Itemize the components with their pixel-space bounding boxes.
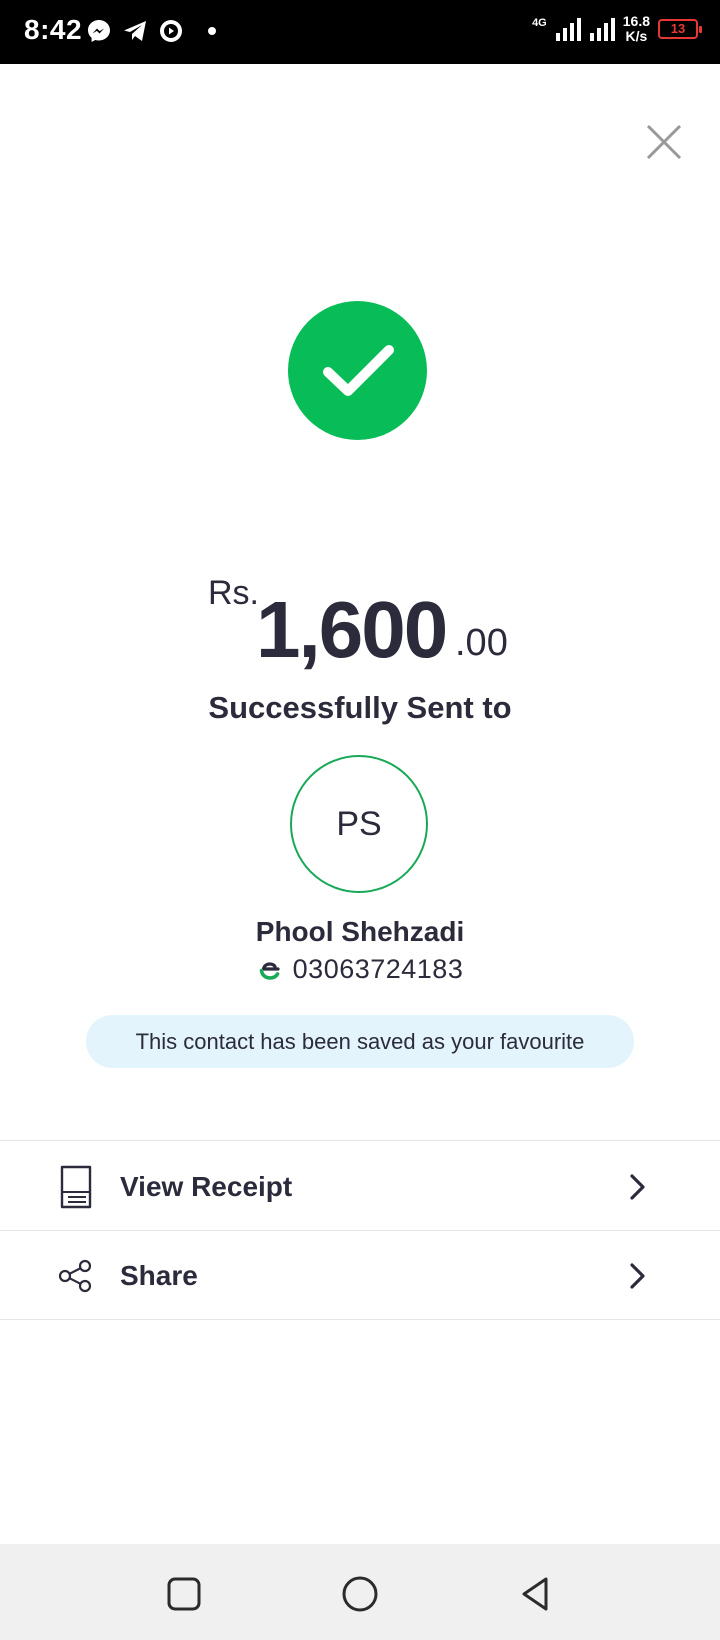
divider [0, 1230, 720, 1231]
media-icon [160, 20, 182, 42]
telegram-icon [124, 21, 146, 41]
recipient-name: Phool Shehzadi [255, 916, 465, 947]
favourite-message: This contact has been saved as your favo… [135, 1028, 585, 1054]
network-type: 4G [532, 16, 547, 29]
avatar: PS [290, 755, 428, 893]
view-receipt-label: View Receipt [120, 1171, 293, 1202]
notification-icons [86, 18, 216, 44]
share-button[interactable]: Share [0, 1232, 720, 1320]
status-text: Successfully Sent to [208, 690, 512, 725]
chevron-right-icon [630, 1263, 645, 1289]
battery-icon: 13 [658, 19, 702, 39]
checkmark-icon [322, 344, 394, 396]
navigation-bar [0, 1544, 720, 1640]
home-button[interactable] [340, 1574, 380, 1614]
recipient-phone-row: 03063724183 [0, 954, 720, 985]
signal-icon [555, 18, 581, 41]
close-button[interactable] [644, 122, 684, 162]
amount-value: 1,600 [256, 585, 448, 674]
speed-unit: K/s [625, 28, 648, 44]
network-speed: 16.8 K/s [623, 14, 650, 44]
favourite-banner: This contact has been saved as your favo… [86, 1015, 634, 1068]
speed-value: 16.8 [622, 13, 650, 29]
recents-button[interactable] [164, 1574, 204, 1614]
amount-decimal: .00 [455, 622, 508, 664]
divider [0, 1140, 720, 1141]
recipient-phone: 03063724183 [292, 954, 464, 984]
divider [0, 1319, 720, 1320]
status-time: 8:42 [24, 14, 83, 45]
amount-currency: Rs. [208, 574, 259, 612]
status-bar: 8:42 4G 16.8 K/s 13 [0, 0, 720, 64]
share-icon [58, 1259, 92, 1293]
avatar-initials: PS [336, 804, 382, 843]
receipt-icon [60, 1165, 92, 1209]
amount-display: Rs. 1,600 .00 [0, 570, 720, 680]
chevron-right-icon [630, 1174, 645, 1200]
back-button[interactable] [516, 1574, 556, 1614]
messenger-icon [88, 20, 110, 42]
notification-dot [208, 27, 216, 35]
signal-icon-2 [589, 18, 615, 41]
status-indicators: 4G 16.8 K/s 13 [532, 14, 702, 44]
easypaisa-logo-icon [259, 961, 280, 980]
share-label: Share [120, 1260, 198, 1291]
success-check-icon [288, 301, 427, 440]
view-receipt-button[interactable]: View Receipt [0, 1143, 720, 1231]
